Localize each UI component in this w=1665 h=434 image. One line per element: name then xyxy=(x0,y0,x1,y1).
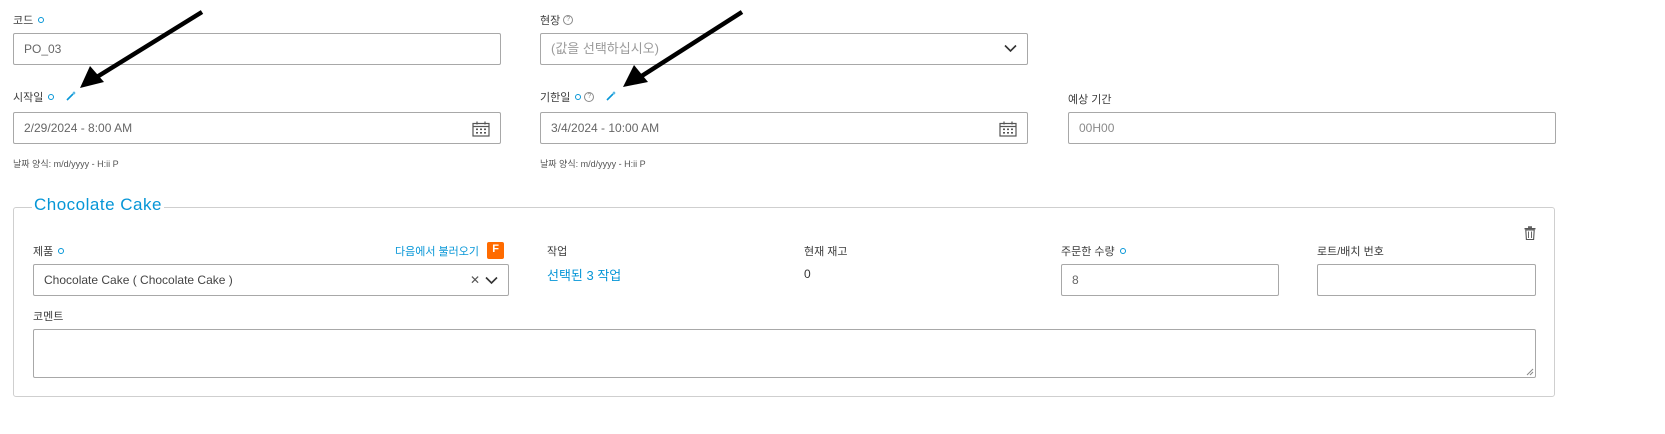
expected-duration-input[interactable]: 00H00 xyxy=(1068,112,1556,144)
chevron-down-icon[interactable] xyxy=(485,276,498,285)
ordered-qty-input[interactable]: 8 xyxy=(1061,264,1279,296)
required-dot-icon xyxy=(48,94,55,101)
code-label-text: 코드 xyxy=(13,15,34,27)
calendar-icon[interactable] xyxy=(999,121,1017,137)
product-select-value: Chocolate Cake ( Chocolate Cake ) xyxy=(44,273,233,287)
magic-wand-icon[interactable] xyxy=(605,90,617,102)
due-date-label-text: 기한일 xyxy=(540,92,571,104)
due-date-hint: 날짜 양식: m/d/yyyy - H:ii P xyxy=(540,159,646,169)
site-label: 현장? xyxy=(540,12,574,28)
comment-label: 코멘트 xyxy=(33,311,64,323)
product-select[interactable]: Chocolate Cake ( Chocolate Cake ) ✕ xyxy=(33,264,509,296)
product-label-text: 제품 xyxy=(33,246,54,258)
help-icon[interactable]: ? xyxy=(563,15,574,26)
site-select[interactable]: (값을 선택하십시오) xyxy=(540,33,1028,65)
tasks-label: 작업 xyxy=(547,246,568,258)
code-label: 코드 xyxy=(13,12,45,28)
start-date-label: 시작일 xyxy=(13,89,77,105)
due-date-value: 3/4/2024 - 10:00 AM xyxy=(551,121,660,135)
required-dot-icon xyxy=(575,94,582,101)
clear-x-icon[interactable]: ✕ xyxy=(470,265,480,295)
stock-value: 0 xyxy=(804,267,811,281)
required-dot-icon xyxy=(58,248,65,255)
product-label: 제품 xyxy=(33,243,65,259)
expected-duration-label: 예상 기간 xyxy=(1068,94,1112,106)
import-from-link[interactable]: 다음에서 불러오기 xyxy=(395,246,479,258)
annotation-arrow-left xyxy=(80,10,204,88)
lot-label: 로트/배치 번호 xyxy=(1317,246,1384,258)
help-icon[interactable]: ? xyxy=(584,92,595,103)
required-dot-icon xyxy=(1119,248,1126,255)
chevron-down-icon xyxy=(1004,44,1017,53)
product-panel-title: Chocolate Cake xyxy=(32,195,164,215)
import-from[interactable]: 다음에서 불러오기 F xyxy=(395,241,505,261)
due-date-input[interactable]: 3/4/2024 - 10:00 AM xyxy=(540,112,1028,144)
lot-input[interactable] xyxy=(1317,264,1536,296)
site-label-text: 현장 xyxy=(540,15,561,27)
annotation-arrow-right xyxy=(623,10,744,87)
start-date-input[interactable]: 2/29/2024 - 8:00 AM xyxy=(13,112,501,144)
trash-icon[interactable] xyxy=(1524,226,1536,240)
import-badge-icon[interactable]: F xyxy=(487,241,505,259)
ordered-qty-label-text: 주문한 수량 xyxy=(1061,246,1115,258)
ordered-qty-label: 주문한 수량 xyxy=(1061,243,1126,259)
stock-label: 현재 재고 xyxy=(804,246,848,258)
resize-handle-icon[interactable] xyxy=(1526,368,1534,376)
comment-textarea[interactable] xyxy=(33,329,1536,378)
magic-wand-icon[interactable] xyxy=(65,90,77,102)
due-date-label: 기한일? xyxy=(540,89,617,105)
start-date-value: 2/29/2024 - 8:00 AM xyxy=(24,121,133,135)
tasks-selected-link[interactable]: 선택된 3 작업 xyxy=(547,265,621,284)
required-dot-icon xyxy=(38,17,45,24)
product-panel: Chocolate Cake 제품 다음에서 불러오기 F Chocolate … xyxy=(13,195,1555,397)
start-date-label-text: 시작일 xyxy=(13,92,44,104)
calendar-icon[interactable] xyxy=(472,121,490,137)
start-date-hint: 날짜 양식: m/d/yyyy - H:ii P xyxy=(13,159,119,169)
